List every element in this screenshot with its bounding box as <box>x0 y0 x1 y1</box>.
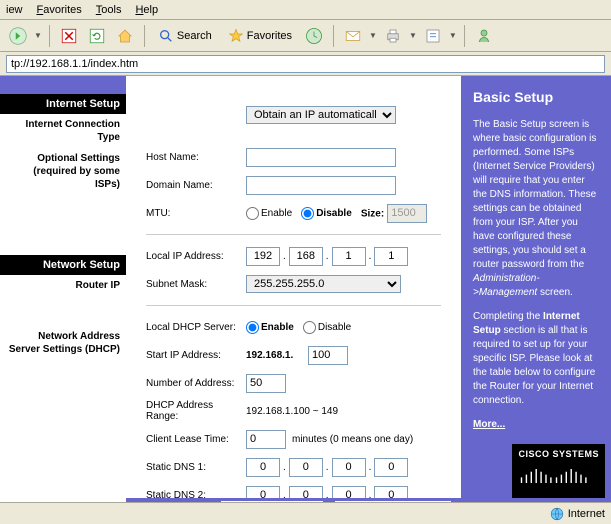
home-button[interactable] <box>113 24 137 48</box>
dns1-3[interactable] <box>332 458 366 477</box>
sidebar-item-connection-type: Internet Connection Type <box>0 114 126 148</box>
ip-octet-3[interactable] <box>332 247 366 266</box>
sidebar-header-network: Network Setup <box>0 255 126 275</box>
menu-view[interactable]: iew <box>6 4 23 16</box>
refresh-button[interactable] <box>85 24 109 48</box>
start-ip-input[interactable] <box>308 346 348 365</box>
ip-octet-2[interactable] <box>289 247 323 266</box>
help-para-2: Completing the Internet Setup section is… <box>473 310 599 408</box>
subnet-label: Subnet Mask: <box>146 279 246 290</box>
help-title: Basic Setup <box>473 88 599 108</box>
status-text: Internet <box>568 508 605 520</box>
mail-button[interactable] <box>341 24 365 48</box>
mtu-enable-radio[interactable]: Enable <box>246 208 292 219</box>
ip-octet-1[interactable] <box>246 247 280 266</box>
num-addr-input[interactable] <box>246 374 286 393</box>
range-value: 192.168.1.100 ~ 149 <box>246 406 338 417</box>
print-dropdown[interactable]: ▼ <box>409 31 417 40</box>
forward-button[interactable] <box>6 24 30 48</box>
messenger-button[interactable] <box>472 24 496 48</box>
host-name-label: Host Name: <box>146 152 246 163</box>
mtu-disable-radio[interactable]: Disable <box>301 208 352 219</box>
range-label: DHCP Address Range: <box>146 400 246 422</box>
page-body: Internet Setup Internet Connection Type … <box>0 76 611 502</box>
dhcp-server-label: Local DHCP Server: <box>146 322 246 333</box>
menu-favorites[interactable]: Favorites <box>37 4 82 16</box>
globe-icon <box>550 507 564 521</box>
num-addr-label: Number of Address: <box>146 378 246 389</box>
dhcp-enable-radio[interactable]: Enable <box>246 322 294 333</box>
ip-octet-4[interactable] <box>374 247 408 266</box>
form-content: Obtain an IP automatically Host Name: Do… <box>126 76 461 502</box>
url-input[interactable] <box>6 55 605 73</box>
more-link[interactable]: More... <box>473 419 505 430</box>
domain-name-label: Domain Name: <box>146 180 246 191</box>
sidebar-item-dhcp: Network AddressServer Settings (DHCP) <box>0 326 126 360</box>
local-ip-label: Local IP Address: <box>146 251 246 262</box>
edit-button[interactable] <box>421 24 445 48</box>
browser-toolbar: ▼ Search Favorites ▼ ▼ ▼ <box>0 20 611 52</box>
forward-dropdown[interactable]: ▼ <box>34 31 42 40</box>
history-button[interactable] <box>302 24 326 48</box>
search-button[interactable]: Search <box>152 24 218 48</box>
mtu-size-label: Size: <box>361 208 384 219</box>
mtu-size-input <box>387 204 427 223</box>
sidebar-item-router-ip: Router IP <box>0 275 126 296</box>
menu-tools[interactable]: Tools <box>96 4 122 16</box>
lease-input[interactable] <box>246 430 286 449</box>
host-name-input[interactable] <box>246 148 396 167</box>
cisco-bridge-icon <box>518 461 588 491</box>
subnet-select[interactable]: 255.255.255.0 <box>246 275 401 293</box>
address-bar <box>0 52 611 76</box>
lease-label: Client Lease Time: <box>146 434 246 445</box>
sidebar-item-optional: Optional Settings(required by some ISPs) <box>0 148 126 195</box>
dns1-label: Static DNS 1: <box>146 462 246 473</box>
menu-bar: iew Favorites Tools Help <box>0 0 611 20</box>
lease-suffix: minutes (0 means one day) <box>292 434 413 445</box>
stop-button[interactable] <box>57 24 81 48</box>
connection-type-select[interactable]: Obtain an IP automatically <box>246 106 396 124</box>
dhcp-disable-radio[interactable]: Disable <box>303 322 351 333</box>
print-button[interactable] <box>381 24 405 48</box>
sidebar-header-internet: Internet Setup <box>0 94 126 114</box>
dns1-2[interactable] <box>289 458 323 477</box>
menu-help[interactable]: Help <box>135 4 158 16</box>
sidebar: Internet Setup Internet Connection Type … <box>0 76 126 502</box>
dns1-4[interactable] <box>374 458 408 477</box>
dns1-1[interactable] <box>246 458 280 477</box>
browser-status-bar: Internet <box>0 502 611 524</box>
cisco-logo: CISCO SYSTEMS <box>512 444 605 500</box>
start-ip-label: Start IP Address: <box>146 350 246 361</box>
domain-name-input[interactable] <box>246 176 396 195</box>
mail-dropdown[interactable]: ▼ <box>369 31 377 40</box>
help-panel: Basic Setup The Basic Setup screen is wh… <box>461 76 611 502</box>
favorites-button[interactable]: Favorites <box>222 24 298 48</box>
help-para-1: The Basic Setup screen is where basic co… <box>473 118 599 300</box>
start-ip-prefix: 192.168.1. <box>246 350 293 361</box>
mtu-label: MTU: <box>146 208 246 219</box>
edit-dropdown[interactable]: ▼ <box>449 31 457 40</box>
